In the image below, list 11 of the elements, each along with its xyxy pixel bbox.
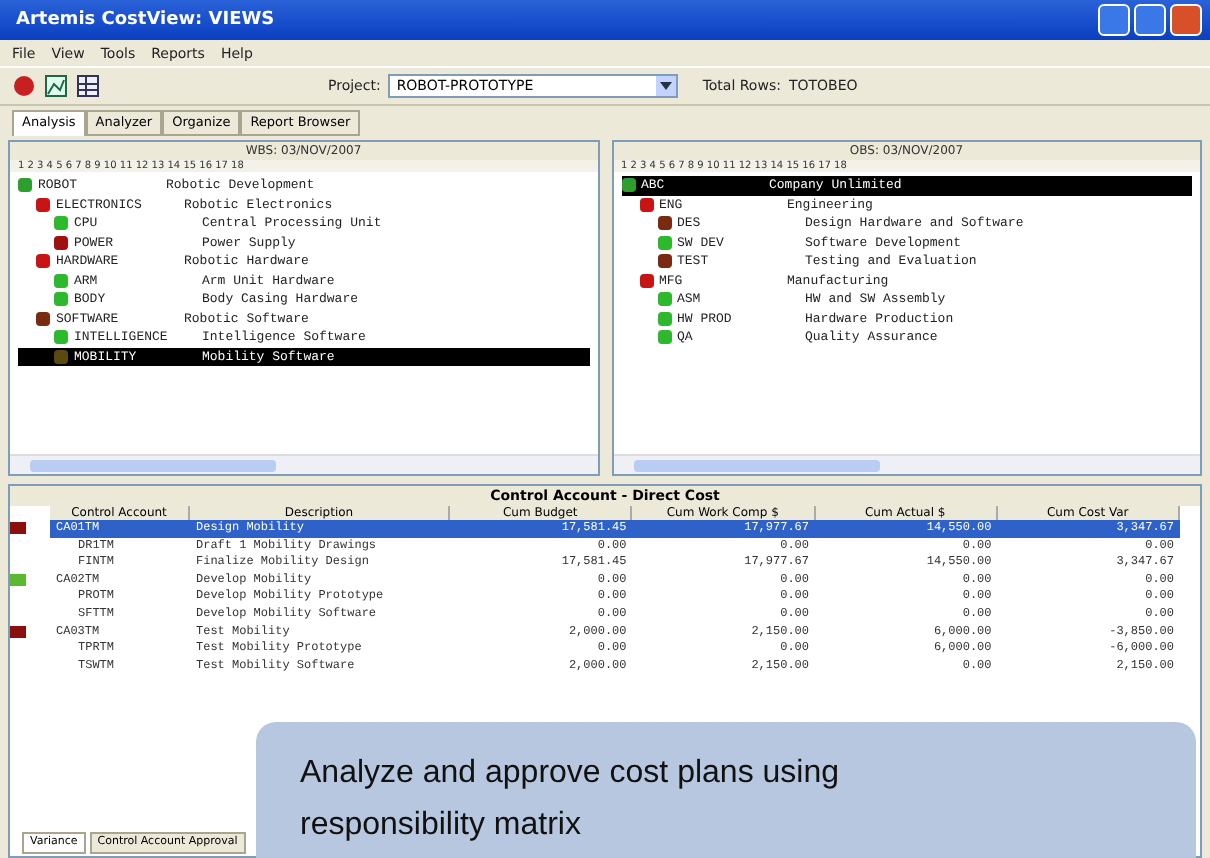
callout-text: Analyze and approve cost plans using responsibility matrix — [256, 722, 1196, 858]
stop-icon[interactable] — [12, 74, 36, 98]
scrollbar[interactable] — [10, 454, 597, 474]
window-title: Artemis CostView: VIEWS — [16, 10, 275, 30]
scrollbar[interactable] — [613, 454, 1200, 474]
caret-icon — [656, 76, 677, 96]
close-button[interactable] — [1170, 4, 1202, 36]
grid-icon[interactable] — [76, 74, 100, 98]
chart-icon[interactable] — [44, 74, 68, 98]
minimize-button[interactable] — [1098, 4, 1130, 36]
maximize-button[interactable] — [1134, 4, 1166, 36]
